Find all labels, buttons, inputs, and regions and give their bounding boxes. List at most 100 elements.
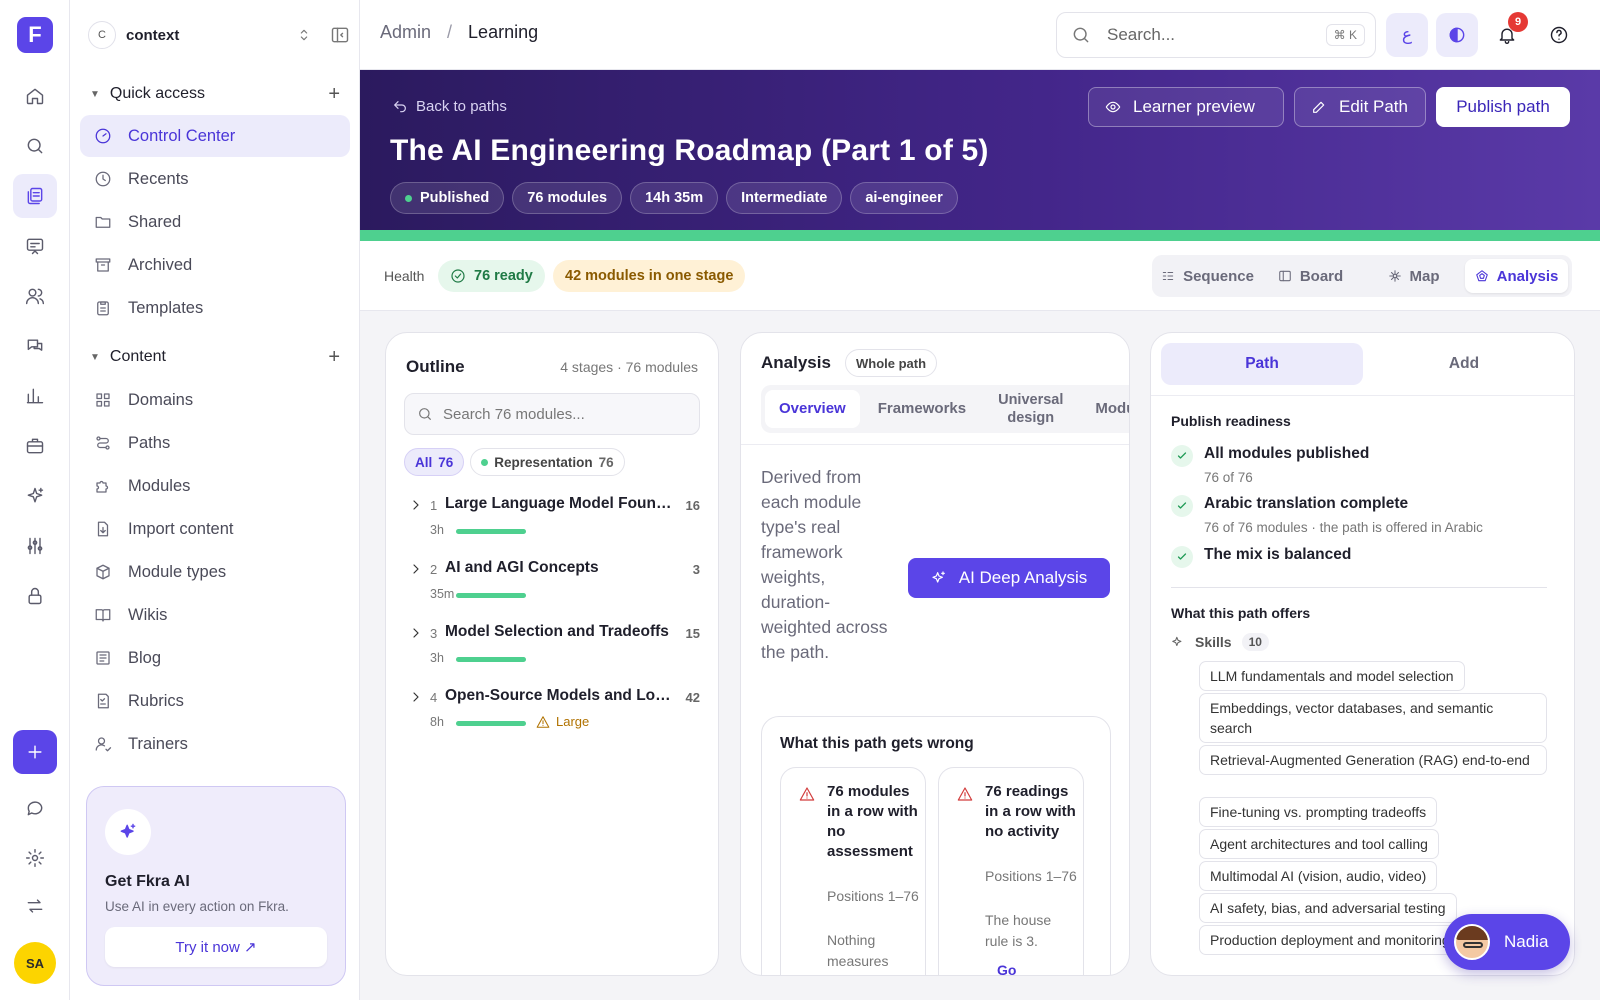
sidebar-item-shared[interactable]: Shared: [80, 201, 350, 243]
chat-icon[interactable]: [13, 786, 57, 830]
learning-icon[interactable]: [13, 174, 57, 218]
content-section[interactable]: ▼ Content +: [90, 344, 340, 370]
global-search[interactable]: Search... ⌘ K: [1056, 12, 1376, 58]
breadcrumb-root[interactable]: Admin: [380, 22, 431, 43]
breadcrumb-separator: /: [447, 22, 453, 42]
chevron-updown-icon[interactable]: [296, 27, 312, 43]
issue-card[interactable]: 76 modules in a row with no assessment P…: [780, 767, 926, 975]
tab-overview[interactable]: Overview: [765, 390, 860, 428]
sidebar-item-templates[interactable]: Templates: [80, 287, 350, 329]
status-badge: Published: [390, 182, 505, 214]
search-input[interactable]: Search...: [1107, 25, 1326, 45]
filter-representation[interactable]: Representation 76: [470, 448, 625, 476]
chevron-right-icon[interactable]: [408, 625, 424, 641]
theme-toggle-icon[interactable]: [1436, 13, 1478, 57]
help-icon[interactable]: [1538, 13, 1580, 57]
stage-row[interactable]: 1 Large Language Model Foundations 16 3h: [404, 493, 700, 549]
chevron-right-icon[interactable]: [408, 689, 424, 705]
switch-icon[interactable]: [13, 884, 57, 928]
create-button[interactable]: [13, 730, 57, 774]
sidebar-item-label: Modules: [128, 476, 191, 495]
stage-row[interactable]: 2 AI and AGI Concepts 3 35m: [404, 557, 700, 613]
clipboard-icon: [97, 301, 109, 316]
analytics-icon[interactable]: [13, 374, 57, 418]
filter-all[interactable]: All 76: [404, 448, 465, 476]
skills-header: Skills 10: [1171, 633, 1269, 651]
back-label: Back to paths: [416, 98, 507, 115]
sidebar-item-recents[interactable]: Recents: [80, 158, 350, 200]
sidebar-item-label: Module types: [128, 562, 227, 581]
stage-row[interactable]: 4 Open-Source Models and Local Inference 4…: [404, 685, 700, 741]
app-logo[interactable]: F: [17, 17, 53, 53]
stage-row[interactable]: 3 Model Selection and Tradeoffs 15 3h: [404, 621, 700, 677]
sidebar-item-archived[interactable]: Archived: [80, 244, 350, 286]
checklist-icon: [97, 693, 109, 709]
sidebar-item-module-types[interactable]: Module types: [80, 551, 350, 593]
add-quick-access-button[interactable]: +: [328, 84, 340, 104]
edit-path-button[interactable]: Edit Path: [1294, 87, 1426, 127]
tab-modules[interactable]: Modules: [1081, 390, 1129, 428]
skill-chip: Retrieval-Augmented Generation (RAG) end…: [1199, 745, 1547, 775]
learner-preview-button[interactable]: Learner preview: [1088, 87, 1284, 127]
view-label: Sequence: [1183, 267, 1254, 285]
stage-duration: 3h: [430, 651, 444, 665]
chevron-right-icon[interactable]: [408, 497, 424, 513]
tab-frameworks[interactable]: Frameworks: [864, 390, 980, 428]
sidebar-item-trainers[interactable]: Trainers: [80, 723, 350, 765]
sidebar-item-wikis[interactable]: Wikis: [80, 594, 350, 636]
sidebar-item-rubrics[interactable]: Rubrics: [80, 680, 350, 722]
tab-path[interactable]: Path: [1161, 343, 1363, 385]
sparkles-icon[interactable]: [13, 474, 57, 518]
language-button[interactable]: ع: [1386, 13, 1428, 57]
warning-badge[interactable]: 42 modules in one stage: [553, 260, 746, 292]
stage-name: Large Language Model Foundations: [445, 495, 673, 512]
sidebar-item-domains[interactable]: Domains: [80, 379, 350, 421]
module-search-input[interactable]: Search 76 modules...: [443, 406, 585, 423]
sliders-icon[interactable]: [13, 524, 57, 568]
sidebar-item-import-content[interactable]: Import content: [80, 508, 350, 550]
issue-card[interactable]: 76 readings in a row with no activity Po…: [938, 767, 1084, 975]
stage-module-count: 16: [685, 498, 700, 513]
tab-sequence[interactable]: Sequence: [1156, 259, 1259, 293]
back-arrow-icon: [394, 100, 406, 112]
sidebar-item-modules[interactable]: Modules: [80, 465, 350, 507]
assistant-button[interactable]: Nadia: [1444, 914, 1570, 970]
stage-progress-bar: [456, 721, 526, 726]
skills-label: Skills: [1195, 634, 1232, 650]
tab-board[interactable]: Board: [1259, 259, 1362, 293]
try-ai-button[interactable]: Try it now ↗: [105, 927, 327, 967]
analysis-scope-chip[interactable]: Whole path: [845, 349, 938, 377]
tab-analysis[interactable]: Analysis: [1465, 259, 1568, 293]
sidebar-item-paths[interactable]: Paths: [80, 422, 350, 464]
messages-icon[interactable]: [13, 324, 57, 368]
certificate-icon[interactable]: [13, 224, 57, 268]
briefcase-icon[interactable]: [13, 424, 57, 468]
sidebar-item-label: Wikis: [128, 605, 168, 624]
settings-gear-icon[interactable]: [13, 836, 57, 880]
quick-access-section[interactable]: ▼ Quick access +: [90, 81, 340, 107]
lock-icon[interactable]: [13, 574, 57, 618]
sidebar-item-blog[interactable]: Blog: [80, 637, 350, 679]
add-content-button[interactable]: +: [328, 347, 340, 367]
users-icon[interactable]: [13, 274, 57, 318]
publish-path-button[interactable]: Publish path: [1436, 87, 1570, 127]
search-icon[interactable]: [13, 124, 57, 168]
collapse-sidebar-icon[interactable]: [330, 25, 350, 45]
breadcrumb-current: Learning: [468, 22, 539, 42]
module-search[interactable]: Search 76 modules...: [404, 393, 700, 435]
sidebar-item-control-center[interactable]: Control Center: [80, 115, 350, 157]
sidebar-item-label: Recents: [128, 169, 189, 188]
back-to-paths-link[interactable]: Back to paths: [392, 98, 507, 115]
tab-add[interactable]: Add: [1363, 343, 1565, 385]
go-link[interactable]: Go: [997, 962, 1016, 975]
ready-badge[interactable]: 76 ready: [438, 260, 545, 292]
caret-down-icon: ▼: [90, 88, 100, 100]
workspace-switcher[interactable]: C context: [88, 20, 350, 50]
tab-universal-design[interactable]: Universal design: [984, 390, 1077, 428]
tab-map[interactable]: Map: [1362, 259, 1465, 293]
chevron-right-icon[interactable]: [408, 561, 424, 577]
home-icon[interactable]: [13, 74, 57, 118]
ai-deep-analysis-button[interactable]: AI Deep Analysis: [908, 558, 1110, 598]
user-avatar[interactable]: SA: [14, 942, 56, 984]
stage-name: AI and AGI Concepts: [445, 559, 599, 576]
